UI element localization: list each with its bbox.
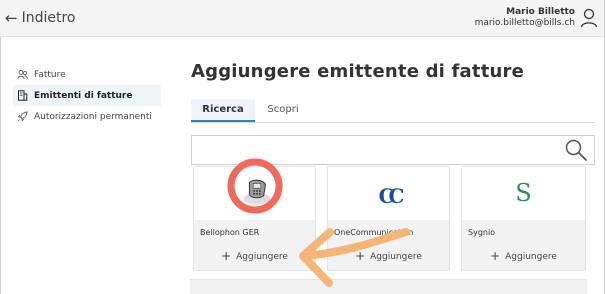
- add-button[interactable]: + Aggiungere: [328, 249, 449, 263]
- tab-scopri[interactable]: Scopri: [261, 99, 305, 122]
- plus-icon: +: [355, 249, 366, 263]
- biller-logo-area: CC: [328, 167, 449, 220]
- biller-logo-area: [194, 167, 315, 220]
- add-label: Aggiungere: [370, 252, 422, 262]
- biller-name: OneCommunication: [334, 228, 414, 237]
- user-info[interactable]: Mario Billetto mario.billetto@bills.ch: [475, 7, 575, 29]
- user-name: Mario Billetto: [506, 7, 575, 17]
- sidebar-nav: Fatture Emittenti di fatture Autorizzazi…: [13, 64, 161, 127]
- s-logo-icon: S: [515, 179, 532, 207]
- sidebar-item-label: Fatture: [34, 69, 66, 80]
- left-border: [0, 37, 1, 294]
- app-frame: ← Indietro Mario Billetto mario.billetto…: [0, 0, 605, 294]
- biller-logo-area: S: [462, 167, 585, 220]
- sidebar-item-label: Autorizzazioni permanenti: [34, 111, 152, 122]
- back-link[interactable]: ← Indietro: [5, 9, 75, 27]
- building-icon: [18, 90, 28, 101]
- people-icon: [17, 70, 28, 80]
- phone-logo-icon: [243, 179, 271, 205]
- next-row-cards: [190, 279, 587, 294]
- biller-card[interactable]: CC OneCommunication + Aggiungere: [327, 166, 450, 271]
- add-button[interactable]: + Aggiungere: [194, 249, 315, 263]
- arrow-left-icon: ←: [5, 9, 18, 27]
- biller-name: Bellophon GER: [200, 228, 260, 237]
- biller-name: Sygnio: [468, 228, 496, 237]
- top-bar: ← Indietro Mario Billetto mario.billetto…: [0, 0, 605, 37]
- plus-icon: +: [221, 249, 232, 263]
- page-title: Aggiungere emittente di fatture: [191, 61, 524, 82]
- search-input[interactable]: [191, 135, 595, 165]
- sidebar-item-label: Emittenti di fatture: [34, 90, 133, 101]
- sidebar-item-fatture[interactable]: Fatture: [13, 64, 161, 85]
- oc-logo-icon: CC: [378, 184, 405, 208]
- tab-bar: Ricerca Scopri: [191, 99, 595, 123]
- sidebar-item-autorizzazioni[interactable]: Autorizzazioni permanenti: [13, 106, 161, 127]
- rocket-icon: [17, 111, 28, 122]
- biller-card[interactable]: S Sygnio + Aggiungere: [461, 166, 586, 271]
- user-email: mario.billetto@bills.ch: [474, 18, 575, 28]
- add-button[interactable]: + Aggiungere: [462, 249, 585, 263]
- add-label: Aggiungere: [236, 252, 288, 262]
- sidebar-item-emittenti[interactable]: Emittenti di fatture: [13, 85, 161, 106]
- search-icon[interactable]: [564, 138, 588, 162]
- biller-card[interactable]: Bellophon GER + Aggiungere: [193, 166, 316, 271]
- back-label: Indietro: [21, 10, 76, 26]
- add-label: Aggiungere: [505, 252, 557, 262]
- plus-icon: +: [490, 249, 501, 263]
- user-icon[interactable]: [580, 8, 598, 28]
- tab-ricerca[interactable]: Ricerca: [191, 99, 255, 122]
